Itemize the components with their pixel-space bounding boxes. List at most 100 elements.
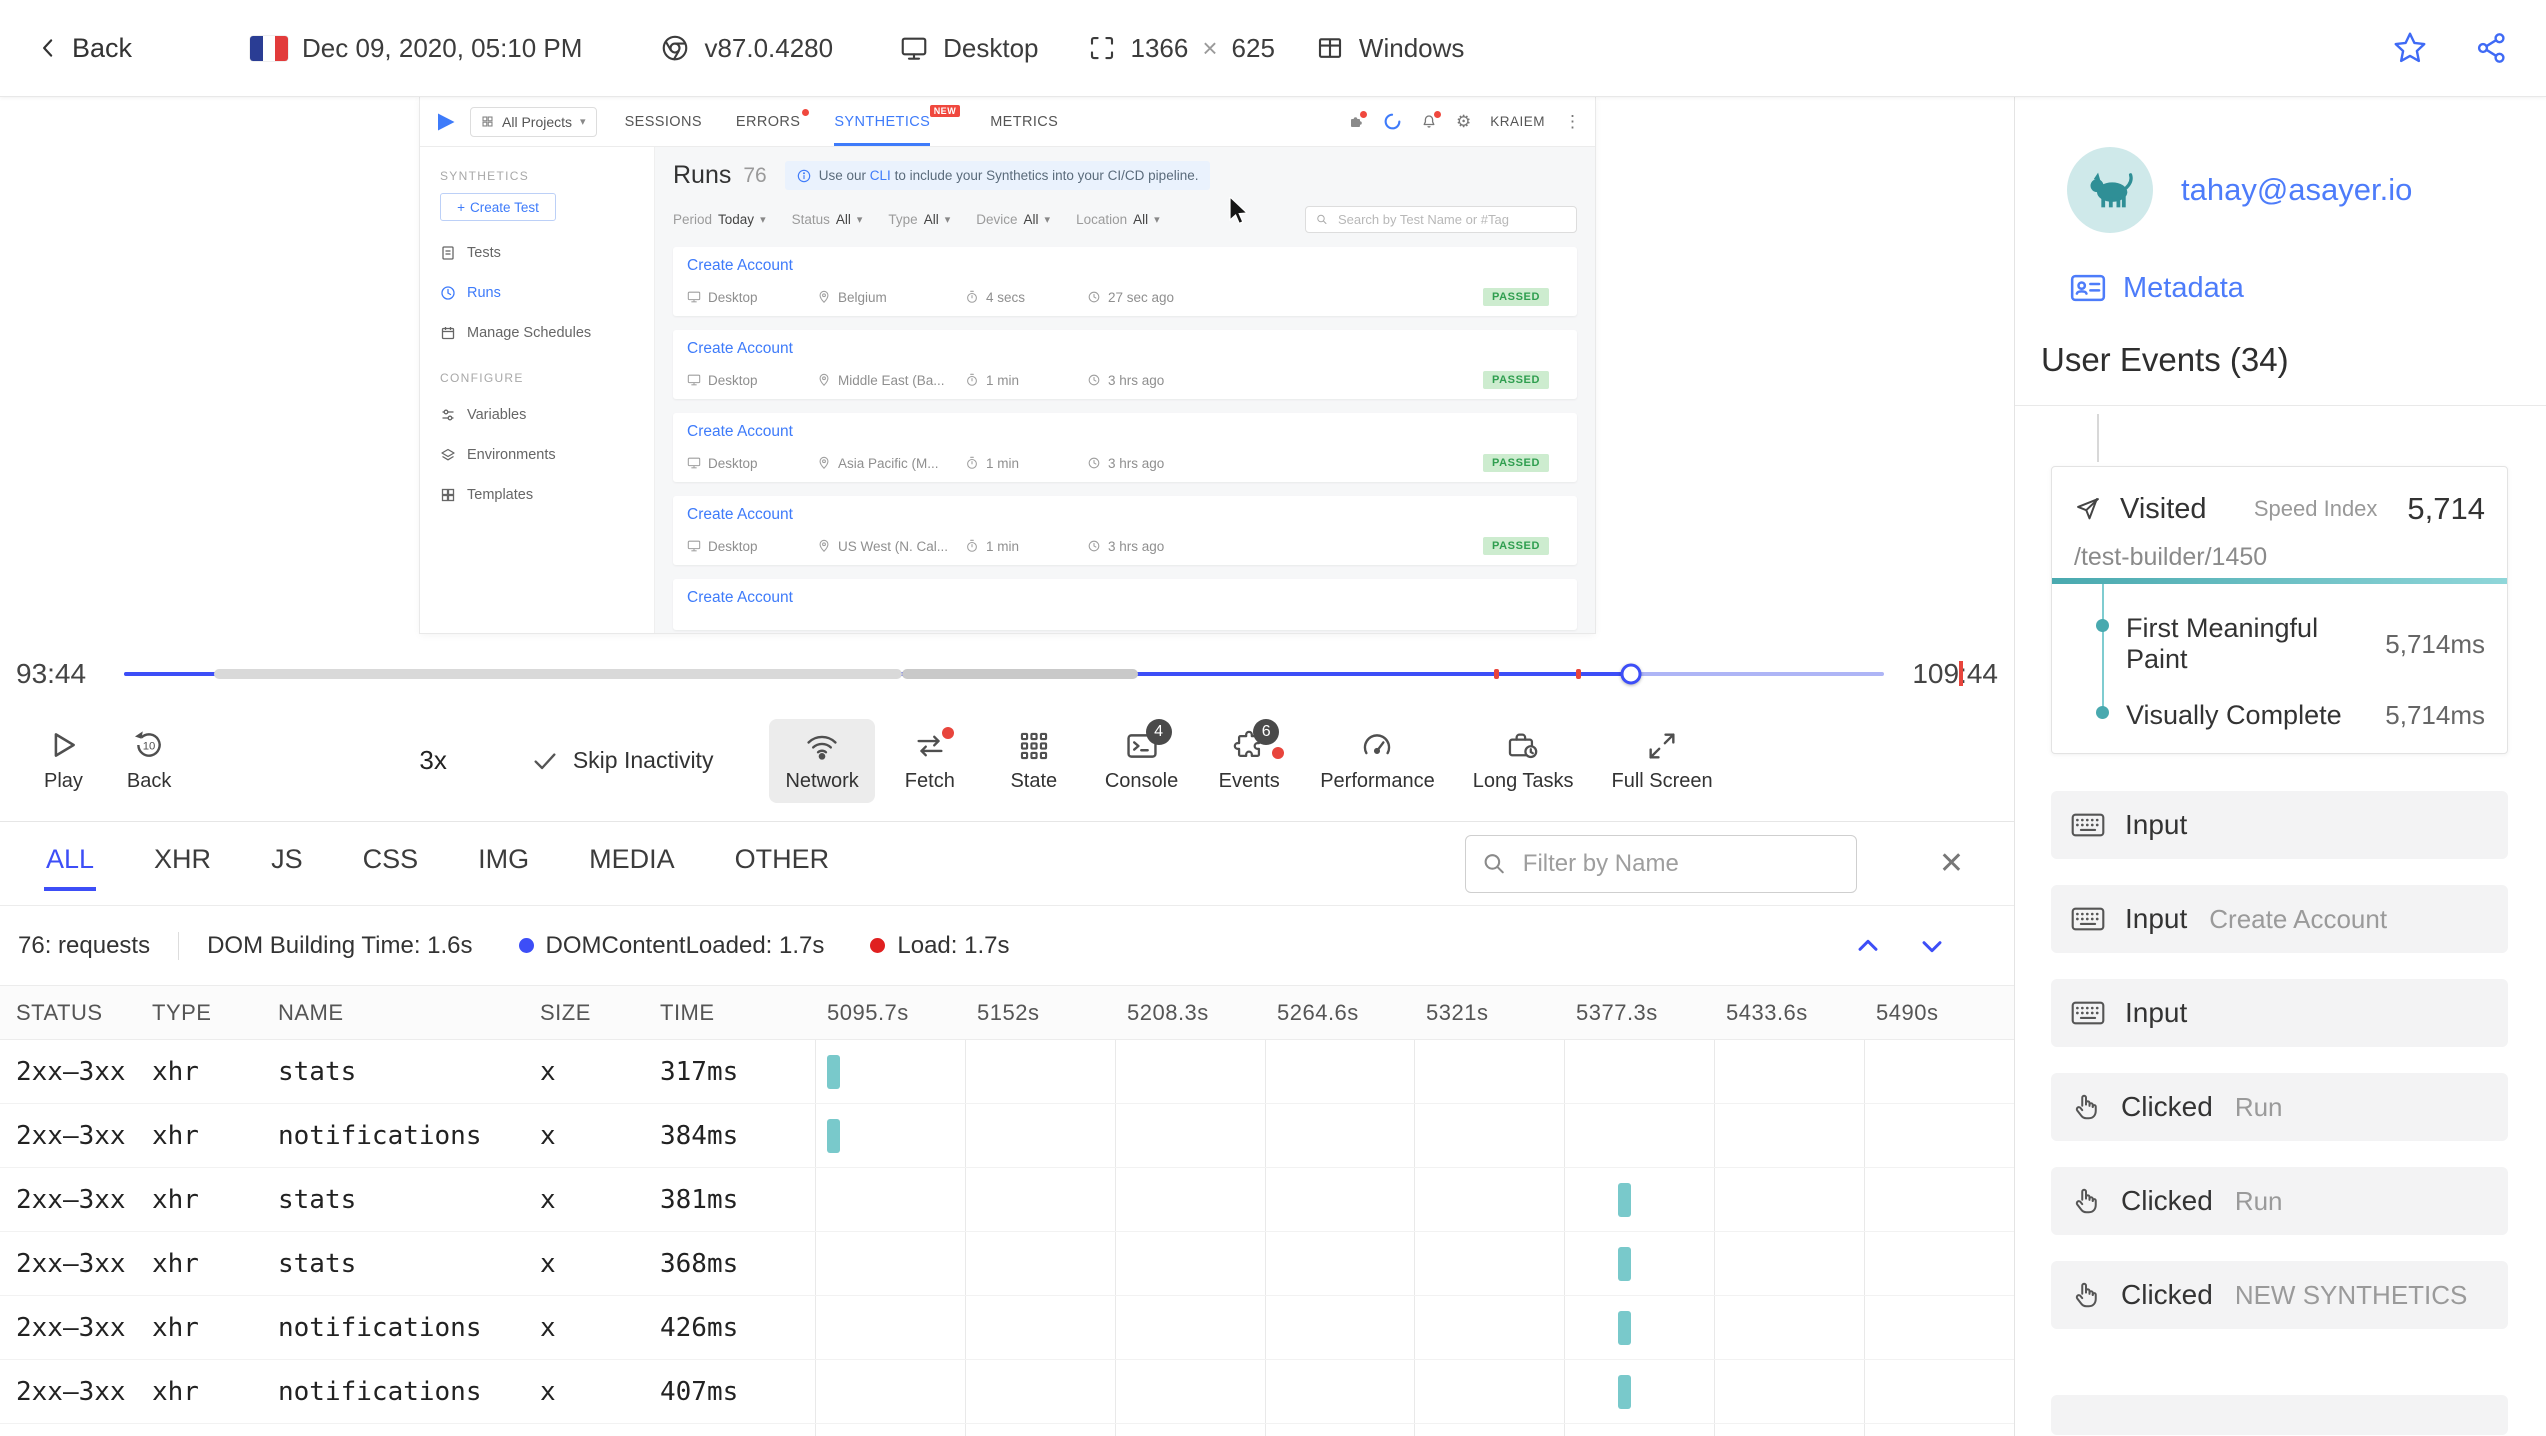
replayed-project-selector: All Projects ▾ xyxy=(470,107,597,137)
replayed-cli-banner: Use our CLI to include your Synthetics i… xyxy=(785,161,1211,190)
table-header: STATUS TYPE NAME SIZE TIME 5095.7s 5152s… xyxy=(0,986,2014,1040)
metric-row: Visually Complete 5,714ms xyxy=(2126,700,2485,731)
request-size: x xyxy=(540,1249,556,1279)
network-tab-xhr[interactable]: XHR xyxy=(152,836,213,891)
request-timing-bar xyxy=(1618,1375,1631,1409)
network-tab-js[interactable]: JS xyxy=(269,836,305,891)
requests-count: 76: requests xyxy=(18,932,179,960)
network-request-row[interactable]: 2xx–3xx xhr stats x 381ms xyxy=(0,1168,2014,1232)
session-date-text: Dec 09, 2020, 05:10 PM xyxy=(302,33,582,64)
back-button[interactable]: Back xyxy=(36,33,132,64)
request-time: 384ms xyxy=(660,1121,738,1151)
request-name: stats xyxy=(278,1185,356,1215)
stopwatch-icon xyxy=(965,456,979,470)
briefcase-clock-icon xyxy=(1506,729,1540,763)
network-tab-img[interactable]: IMG xyxy=(476,836,531,891)
speed-index-label: Speed Index xyxy=(2254,496,2378,522)
timeline-track[interactable] xyxy=(124,672,1884,676)
network-tab-other[interactable]: OTHER xyxy=(733,836,832,891)
request-time: 368ms xyxy=(660,1249,738,1279)
replayed-runs-list: Create Account Desktop Belgium 4 secs 27… xyxy=(673,247,1577,630)
country-flag-icon xyxy=(250,36,288,61)
clock-icon xyxy=(1087,290,1101,304)
os-type-text: Windows xyxy=(1359,33,1464,64)
tool-events[interactable]: Events 6 xyxy=(1200,719,1298,803)
bell-icon xyxy=(1421,114,1437,130)
user-event-card-clicked[interactable]: Clicked Run xyxy=(2051,1167,2508,1235)
replayed-runs-count: 76 xyxy=(743,164,766,188)
session-sidebar: tahay@asayer.io Metadata User Events (34… xyxy=(2014,97,2546,1436)
network-request-row[interactable]: 2xx–3xx xhr stats x 317ms xyxy=(0,1040,2014,1104)
share-icon[interactable] xyxy=(2474,30,2510,66)
tool-console[interactable]: Console 4 xyxy=(1089,719,1194,803)
network-tab-all[interactable]: ALL xyxy=(44,836,96,891)
network-request-row[interactable]: 2xx–3xx xhr stats x 368ms xyxy=(0,1232,2014,1296)
playhead[interactable] xyxy=(1620,664,1641,685)
favorite-star-icon[interactable] xyxy=(2392,30,2428,66)
metadata-button[interactable]: Metadata xyxy=(2015,233,2546,307)
network-request-row[interactable]: 2xx–3xx xhr notifications x 384ms xyxy=(0,1104,2014,1168)
layers-icon xyxy=(440,447,456,463)
tool-fetch[interactable]: Fetch xyxy=(881,719,979,803)
request-size: x xyxy=(540,1185,556,1215)
user-event-card-input[interactable]: Input xyxy=(2051,979,2508,1047)
tool-performance[interactable]: Performance xyxy=(1304,719,1451,803)
column-name: NAME xyxy=(278,1000,344,1026)
event-connector-line xyxy=(2097,414,2099,462)
grid-icon xyxy=(481,115,494,128)
svg-text:10: 10 xyxy=(143,741,156,753)
events-count-badge: 6 xyxy=(1253,719,1279,745)
user-event-card-input[interactable]: Input xyxy=(2051,791,2508,859)
request-name: notifications xyxy=(278,1313,482,1343)
filter-by-name-input[interactable] xyxy=(1465,835,1857,893)
replayed-filter-period: PeriodToday▾ xyxy=(673,212,766,227)
network-icon xyxy=(805,729,839,763)
keyboard-icon xyxy=(2071,1000,2105,1026)
tool-full-screen[interactable]: Full Screen xyxy=(1596,719,1729,803)
back-label: Back xyxy=(72,33,132,64)
back-10s-button[interactable]: 10 Back xyxy=(127,728,171,793)
top-bar: Back Dec 09, 2020, 05:10 PM v87.0.4280 D… xyxy=(0,0,2546,97)
tool-network[interactable]: Network xyxy=(769,719,874,803)
gauge-icon xyxy=(1360,729,1394,763)
request-status: 2xx–3xx xyxy=(16,1313,126,1343)
play-button[interactable]: Play xyxy=(44,728,83,793)
network-request-row[interactable]: 2xx–3xx xhr notifications x 426ms xyxy=(0,1296,2014,1360)
gear-icon: ⚙ xyxy=(1456,112,1471,132)
skip-inactivity-toggle[interactable]: Skip Inactivity xyxy=(531,747,714,775)
browser-icon xyxy=(660,33,690,63)
user-event-card-clicked[interactable]: Clicked Run xyxy=(2051,1073,2508,1141)
inactivity-zone xyxy=(902,669,1138,679)
replayed-section-configure: CONFIGURE xyxy=(420,371,654,385)
location-pin-icon xyxy=(817,456,831,470)
alert-dot xyxy=(942,727,954,739)
user-event-card-input[interactable]: Input Create Account xyxy=(2051,885,2508,953)
chevron-up-icon[interactable] xyxy=(1852,930,1884,962)
event-marker[interactable] xyxy=(1576,669,1581,679)
load-time: Load: 1.7s xyxy=(870,932,1009,960)
network-tab-css[interactable]: CSS xyxy=(361,836,421,891)
network-request-row[interactable]: 2xx–3xx xhr notifications x 407ms xyxy=(0,1360,2014,1424)
network-tab-media[interactable]: MEDIA xyxy=(587,836,677,891)
close-panel-icon[interactable]: ✕ xyxy=(1939,846,1964,881)
replayed-page-title: Runs xyxy=(673,161,731,190)
chevron-down-icon: ▾ xyxy=(1154,213,1160,226)
tool-state[interactable]: State xyxy=(985,719,1083,803)
browser-version: v87.0.4280 xyxy=(660,33,833,64)
search-icon xyxy=(1482,850,1507,878)
visited-event-card[interactable]: Visited Speed Index 5,714 /test-builder/… xyxy=(2051,466,2508,754)
tool-long-tasks[interactable]: Long Tasks xyxy=(1457,719,1590,803)
metric-dot xyxy=(2096,706,2109,719)
replayed-create-test-button: + Create Test xyxy=(440,193,556,221)
playback-speed-button[interactable]: 3x xyxy=(419,745,446,776)
request-type: xhr xyxy=(152,1377,199,1407)
status-badge: PASSED xyxy=(1483,288,1549,306)
dom-building-time: DOM Building Time: 1.6s xyxy=(207,932,472,960)
request-status: 2xx–3xx xyxy=(16,1057,126,1087)
event-marker[interactable] xyxy=(1494,669,1499,679)
replayed-sidebar-item-runs: Runs xyxy=(420,273,654,313)
request-time: 381ms xyxy=(660,1185,738,1215)
user-event-card-clicked[interactable]: Clicked NEW SYNTHETICS xyxy=(2051,1261,2508,1329)
state-grid-icon xyxy=(1017,729,1051,763)
chevron-down-icon[interactable] xyxy=(1916,930,1948,962)
